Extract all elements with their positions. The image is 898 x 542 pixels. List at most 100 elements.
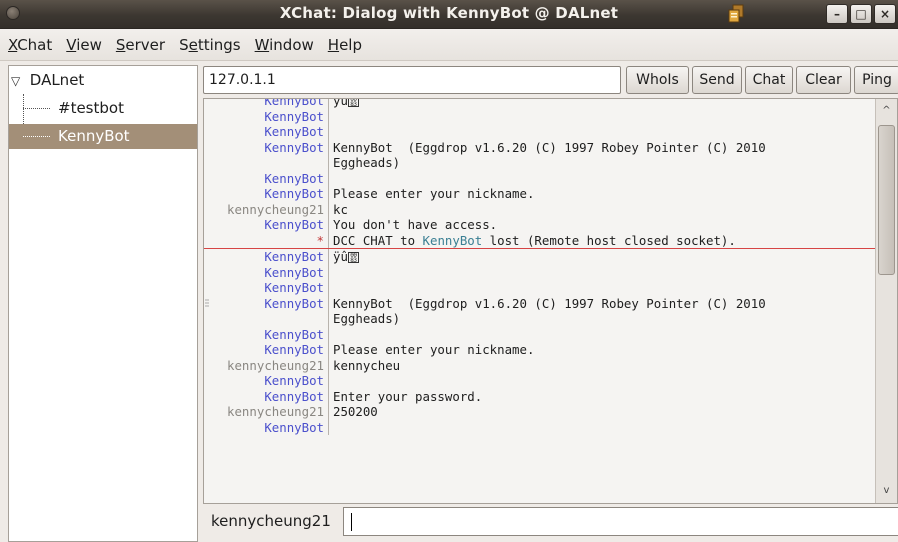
chat-message: Eggheads)	[333, 155, 401, 170]
chat-message: kennycheu	[333, 357, 401, 373]
chat-line: KennyBot Please enter your nickname.	[204, 186, 876, 202]
chat-line: KennyBot Please enter your nickname.	[204, 342, 876, 358]
chat-nick[interactable]: KennyBot	[204, 280, 328, 296]
chat-message: Please enter your nickname.	[333, 186, 535, 201]
chat-line: KennyBot KennyBot (Eggdrop v1.6.20 (C) 19…	[204, 295, 876, 312]
channel-label: #testbot	[58, 99, 124, 117]
scroll-up-icon[interactable]: ^	[876, 101, 897, 121]
channel-tree: ▽ DALnet #testbot KennyBot	[8, 65, 198, 542]
chat-line: * DCC CHAT to KennyBot lost (Remote host …	[204, 232, 876, 249]
whois-button[interactable]: WhoIs	[626, 66, 689, 94]
chat-log[interactable]: KennyBot yu 00 83 KennyBot KennyBot KennyBot Ke…	[203, 98, 898, 504]
chat-message	[328, 327, 868, 343]
chat-message	[328, 124, 868, 140]
chat-nick[interactable]: KennyBot	[204, 99, 328, 109]
clear-button[interactable]: Clear	[796, 66, 851, 94]
scroll-down-icon[interactable]: v	[876, 481, 897, 501]
chat-message: You don't have access.	[333, 217, 498, 232]
chat-nick[interactable]: KennyBot	[204, 217, 328, 233]
chat-button[interactable]: Chat	[745, 66, 793, 94]
tree-item-network[interactable]: ▽ DALnet	[9, 68, 197, 93]
chat-nick[interactable]: KennyBot	[204, 124, 328, 140]
chat-nick[interactable]: KennyBot	[204, 296, 328, 312]
unknown-glyph-icon: 00 83	[347, 99, 359, 108]
chat-line: KennyBot	[204, 280, 876, 296]
chat-nick[interactable]: KennyBot	[204, 109, 328, 125]
chat-message: ÿû 00 83	[328, 249, 868, 265]
chat-line: KennyBot	[204, 419, 876, 436]
chat-line: KennyBot KennyBot (Eggdrop v1.6.20 (C) 19…	[204, 139, 876, 156]
chat-nick[interactable]: KennyBot	[204, 342, 328, 358]
chat-message: Eggheads)	[333, 311, 401, 326]
menu-bar: XChat View Server Settings Window Help	[0, 29, 898, 61]
expand-triangle-icon[interactable]: ▽	[11, 69, 25, 94]
close-button[interactable]: ×	[874, 4, 896, 24]
resize-grip-icon[interactable]	[204, 297, 210, 311]
message-input[interactable]	[343, 507, 898, 536]
chat-message	[328, 265, 868, 281]
menu-view[interactable]: View	[66, 36, 102, 54]
chat-nick[interactable]: KennyBot	[204, 249, 328, 265]
menu-help[interactable]: Help	[328, 36, 362, 54]
chat-message: yu 00 83	[328, 99, 868, 109]
text-caret	[351, 513, 352, 531]
chat-nick[interactable]: *	[204, 233, 328, 249]
chat-message: 250200	[333, 404, 378, 419]
chat-nick[interactable]: kennycheung21	[204, 358, 328, 374]
chat-nick[interactable]: KennyBot	[204, 171, 328, 187]
chat-nick[interactable]: KennyBot	[204, 327, 328, 343]
chat-line: kennycheung21 250200	[204, 404, 876, 420]
chat-nick[interactable]	[204, 311, 328, 327]
chat-nick[interactable]: kennycheung21	[204, 202, 328, 218]
chat-nick[interactable]: kennycheung21	[204, 404, 328, 420]
chat-message	[328, 420, 868, 436]
maximize-button[interactable]: □	[850, 4, 872, 24]
chat-line: KennyBot	[204, 108, 876, 125]
chat-line: KennyBot	[204, 264, 876, 281]
menu-settings[interactable]: Settings	[179, 36, 241, 54]
channel-label: KennyBot	[58, 127, 130, 145]
chat-scrollbar[interactable]: ^ v	[875, 99, 897, 503]
send-button[interactable]: Send	[692, 66, 742, 94]
chat-line: KennyBot	[204, 124, 876, 140]
chat-nick[interactable]: KennyBot	[204, 186, 328, 202]
chat-line: Eggheads)	[204, 155, 876, 171]
chat-line: KennyBot Enter your password.	[204, 388, 876, 405]
chat-line: KennyBot	[204, 326, 876, 343]
menu-window[interactable]: Window	[255, 36, 314, 54]
chat-line: KennyBot	[204, 373, 876, 389]
chat-message	[328, 280, 868, 296]
window-title: XChat: Dialog with KennyBot @ DALnet	[279, 4, 619, 22]
chat-nick[interactable]: KennyBot	[204, 389, 328, 405]
nickname-button[interactable]: kennycheung21	[211, 512, 331, 530]
unknown-glyph-icon: 00 83	[347, 252, 359, 264]
chat-message: Please enter your nickname.	[333, 342, 535, 357]
tree-item-kennybot[interactable]: KennyBot	[9, 124, 197, 149]
chat-message	[328, 171, 868, 187]
chat-line: KennyBot ÿû 00 83	[204, 249, 876, 265]
chat-line: Eggheads)	[204, 311, 876, 327]
topic-field[interactable]: 127.0.1.1	[203, 66, 621, 94]
chat-message: Enter your password.	[333, 388, 483, 404]
chat-line: kennycheung21 kc	[204, 201, 876, 218]
chat-line: kennycheung21 kennycheu	[204, 357, 876, 374]
chat-line: KennyBot yu 00 83	[204, 99, 876, 109]
chat-nick[interactable]: KennyBot	[204, 140, 328, 156]
tree-item-testbot[interactable]: #testbot	[9, 96, 197, 121]
menu-xchat[interactable]: XChat	[8, 36, 52, 54]
chat-line: KennyBot	[204, 170, 876, 187]
chat-nick[interactable]	[204, 155, 328, 171]
scroll-thumb[interactable]	[878, 125, 895, 275]
chat-nick[interactable]: KennyBot	[204, 265, 328, 281]
chat-message: kc	[333, 201, 348, 217]
minimize-button[interactable]: –	[826, 4, 848, 24]
chat-nick[interactable]: KennyBot	[204, 420, 328, 436]
chat-message: DCC CHAT to KennyBot lost (Remote host c…	[333, 232, 736, 248]
chat-nick[interactable]: KennyBot	[204, 373, 328, 389]
ping-button[interactable]: Ping	[854, 66, 898, 94]
chat-message	[328, 373, 868, 389]
menu-server[interactable]: Server	[116, 36, 165, 54]
chat-line: KennyBot You don't have access.	[204, 217, 876, 233]
xchat-icon	[728, 4, 744, 23]
chat-message: KennyBot (Eggdrop v1.6.20 (C) 1997 Robey…	[333, 139, 766, 155]
